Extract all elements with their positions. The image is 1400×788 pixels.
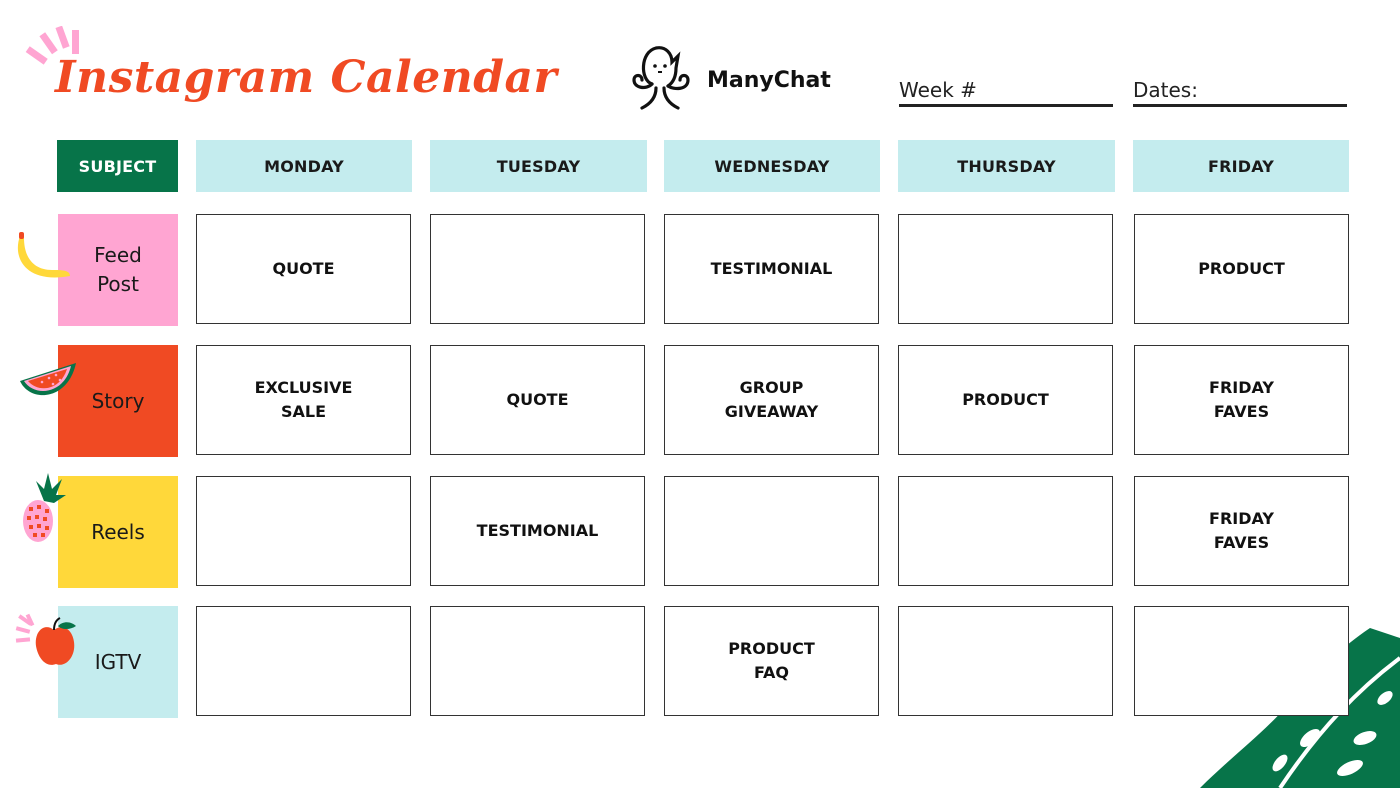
cell-feed-post-monday[interactable]: QUOTE — [196, 214, 411, 324]
column-header-thursday: THURSDAY — [898, 140, 1115, 192]
cell-story-friday[interactable]: FRIDAY FAVES — [1134, 345, 1349, 455]
week-label: Week # — [899, 78, 977, 102]
row-label-feed-post: Feed Post — [58, 214, 178, 326]
column-header-wednesday: WEDNESDAY — [664, 140, 880, 192]
column-header-tuesday: TUESDAY — [430, 140, 647, 192]
pineapple-icon — [23, 473, 66, 542]
cell-feed-post-friday[interactable]: PRODUCT — [1134, 214, 1349, 324]
cell-feed-post-tuesday[interactable] — [430, 214, 645, 324]
cell-reels-monday[interactable] — [196, 476, 411, 586]
cell-igtv-monday[interactable] — [196, 606, 411, 716]
brand-name: ManyChat — [707, 68, 831, 93]
cell-reels-thursday[interactable] — [898, 476, 1113, 586]
apple-icon — [15, 613, 76, 665]
cell-reels-tuesday[interactable]: TESTIMONIAL — [430, 476, 645, 586]
cell-story-monday[interactable]: EXCLUSIVE SALE — [196, 345, 411, 455]
cell-reels-wednesday[interactable] — [664, 476, 879, 586]
week-field[interactable]: Week # — [899, 76, 1113, 107]
cell-story-tuesday[interactable]: QUOTE — [430, 345, 645, 455]
cell-feed-post-wednesday[interactable]: TESTIMONIAL — [664, 214, 879, 324]
manychat-logo-icon — [632, 46, 690, 110]
cell-igtv-friday[interactable] — [1134, 606, 1349, 716]
cell-feed-post-thursday[interactable] — [898, 214, 1113, 324]
cell-reels-friday[interactable]: FRIDAY FAVES — [1134, 476, 1349, 586]
watermelon-icon — [20, 363, 76, 396]
cell-igtv-tuesday[interactable] — [430, 606, 645, 716]
row-label-reels: Reels — [58, 476, 178, 588]
page-title: Instagram Calendar — [55, 52, 558, 103]
column-header-monday: MONDAY — [196, 140, 412, 192]
dates-field[interactable]: Dates: — [1133, 76, 1347, 107]
cell-igtv-thursday[interactable] — [898, 606, 1113, 716]
column-header-friday: FRIDAY — [1133, 140, 1349, 192]
cell-story-thursday[interactable]: PRODUCT — [898, 345, 1113, 455]
banana-icon — [17, 232, 70, 278]
cell-story-wednesday[interactable]: GROUP GIVEAWAY — [664, 345, 879, 455]
column-header-subject: SUBJECT — [57, 140, 178, 192]
cell-igtv-wednesday[interactable]: PRODUCT FAQ — [664, 606, 879, 716]
dates-label: Dates: — [1133, 78, 1198, 102]
